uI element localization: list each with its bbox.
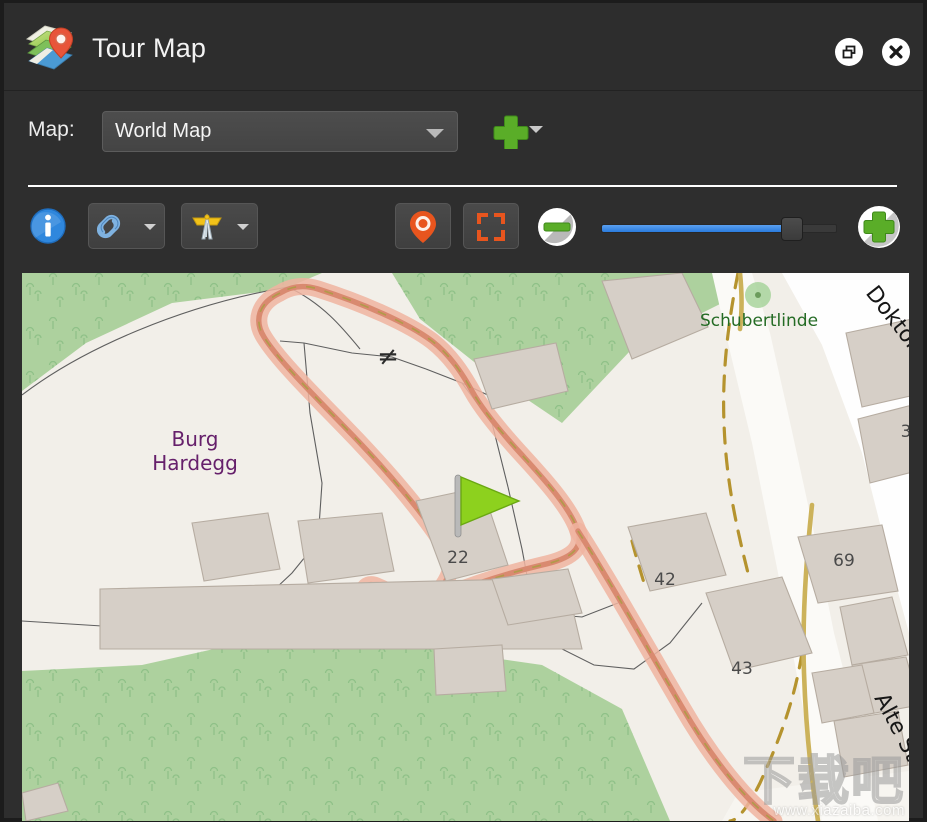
info-button[interactable] [30, 208, 66, 244]
minus-icon [538, 208, 576, 246]
fit-to-screen-button[interactable] [463, 203, 519, 249]
tour-map-window: Tour Map Map: World Map ≠ Burg Hardegg S… [0, 0, 927, 822]
zoom-slider[interactable] [601, 217, 837, 241]
svg-text:≠: ≠ [377, 342, 399, 372]
chevron-down-icon [237, 224, 249, 230]
map-select-value: World Map [115, 120, 212, 142]
add-marker-button[interactable] [395, 203, 451, 249]
plus-icon [858, 206, 900, 248]
house-number-label: 42 [654, 570, 676, 590]
map-layers-pin-icon [23, 23, 75, 73]
house-number-label: 3 [901, 422, 909, 442]
section-divider [28, 185, 897, 187]
house-number-label: 69 [833, 551, 855, 571]
chevron-down-icon [529, 126, 543, 133]
place-label: Hardegg [152, 451, 238, 475]
page-title: Tour Map [92, 33, 207, 63]
chevron-down-icon [144, 224, 156, 230]
plus-icon [493, 115, 529, 149]
route-tools-button[interactable] [181, 203, 258, 249]
place-label: Burg [172, 427, 219, 451]
map-selector-row: Map: World Map [4, 91, 923, 179]
close-window-icon[interactable] [882, 38, 910, 66]
add-map-button[interactable] [493, 109, 545, 154]
map-toolbar [4, 189, 923, 269]
compass-divider-icon [192, 213, 222, 240]
chevron-down-icon [426, 129, 444, 138]
house-number-label: 22 [447, 548, 469, 568]
window-titlebar: Tour Map [4, 3, 923, 91]
zoom-out-button[interactable] [537, 207, 577, 247]
map-canvas[interactable]: ≠ Burg Hardegg Schubertlinde Doktorg Alte St… [22, 273, 909, 821]
poi-label: Schubertlinde [700, 311, 818, 331]
slider-handle[interactable] [781, 217, 803, 241]
map-pin-icon [410, 211, 436, 243]
map-selector-label: Map: [28, 118, 75, 141]
link-tour-button[interactable] [88, 203, 165, 249]
tree-circle-icon [745, 282, 771, 308]
slider-fill [602, 225, 786, 232]
fit-to-screen-icon [477, 213, 505, 241]
zoom-in-button[interactable] [857, 205, 901, 249]
map-select-dropdown[interactable]: World Map [102, 111, 458, 152]
house-number-label: 43 [731, 659, 753, 679]
restore-window-icon[interactable] [835, 38, 863, 66]
steps-symbol: ≠ [377, 342, 399, 372]
info-icon [30, 208, 66, 244]
chain-link-icon [97, 214, 121, 239]
